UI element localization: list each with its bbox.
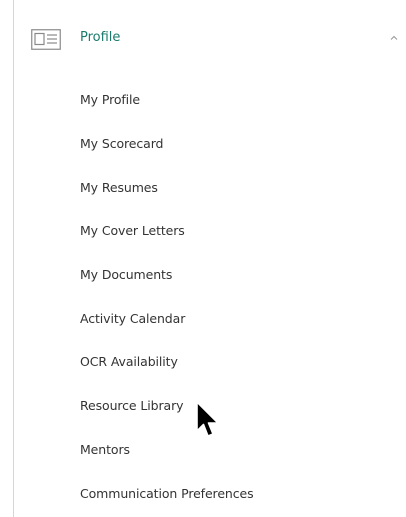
menu-item-label: Activity Calendar (80, 310, 186, 326)
menu-item-ocr-availability[interactable]: OCR Availability (14, 340, 406, 384)
menu-item-label: Resource Library (80, 398, 184, 414)
menu-item-my-cover-letters[interactable]: My Cover Letters (14, 209, 406, 253)
menu-item-label: My Profile (80, 92, 141, 108)
menu-item-my-resumes[interactable]: My Resumes (14, 165, 406, 209)
menu-item-label: Mentors (80, 441, 130, 457)
chevron-up-icon[interactable] (389, 33, 399, 43)
menu-item-my-documents[interactable]: My Documents (14, 253, 406, 297)
menu-item-label: My Documents (80, 267, 173, 283)
menu-item-label: My Cover Letters (80, 223, 185, 239)
menu-item-label: My Scorecard (80, 136, 164, 152)
menu-item-my-profile[interactable]: My Profile (14, 78, 406, 122)
profile-card-icon (31, 29, 61, 50)
profile-section-header[interactable]: Profile (14, 0, 406, 78)
menu-item-communication-preferences[interactable]: Communication Preferences (14, 471, 406, 515)
menu-item-my-scorecard[interactable]: My Scorecard (14, 122, 406, 166)
section-title: Profile (80, 30, 121, 45)
menu-item-label: Communication Preferences (80, 485, 254, 501)
menu-item-resource-library[interactable]: Resource Library (14, 384, 406, 428)
menu-item-label: OCR Availability (80, 354, 178, 370)
profile-submenu: My Profile My Scorecard My Resumes My Co… (14, 78, 406, 515)
menu-item-activity-calendar[interactable]: Activity Calendar (14, 296, 406, 340)
sidebar-panel: Profile My Profile My Scorecard My Resum… (13, 0, 406, 517)
menu-item-mentors[interactable]: Mentors (14, 428, 406, 472)
menu-item-label: My Resumes (80, 179, 158, 195)
